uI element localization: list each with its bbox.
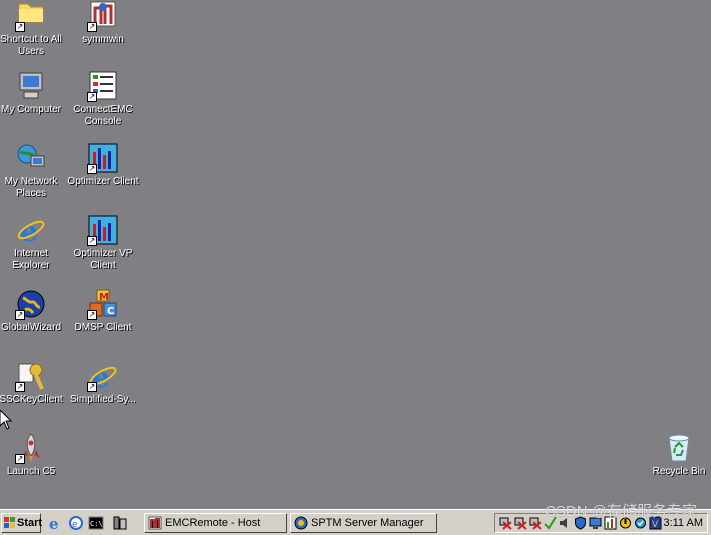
key-icon: ↗ [15, 360, 47, 392]
task-button-sptm-server-manager[interactable]: SPTM Server Manager [290, 513, 437, 533]
icon-label: DMSP Client [74, 322, 132, 333]
svg-text:e: e [72, 520, 78, 530]
emcremote-icon [148, 516, 162, 530]
icon-label: Optimizer VP Client [73, 248, 133, 271]
watermark: CSDN @存储服务专家 [545, 503, 697, 520]
windows-flag-icon [4, 517, 15, 528]
desktop-icon-ssckeyclient[interactable]: ↗ SSCKeyClient [0, 360, 67, 406]
desktop-icon-recycle-bin[interactable]: Recycle Bin [643, 432, 711, 478]
svg-text:C: C [107, 306, 114, 317]
task-button-emcremote-host[interactable]: EMCRemote - Host [144, 513, 287, 533]
icon-label: ConnectEMC Console [73, 104, 133, 127]
ie-icon: e [15, 214, 47, 248]
network-disconnected-icon[interactable] [499, 516, 512, 530]
desktop-icon-optimizer-client[interactable]: ↗ Optimizer Client [67, 142, 139, 188]
icon-label: Recycle Bin [652, 466, 706, 477]
outlook-express-quicklaunch-icon[interactable]: e [68, 515, 84, 531]
desktop-icon-simplified-sy[interactable]: e ↗ Simplified-Sy... [67, 360, 139, 406]
svg-text:e: e [49, 515, 59, 531]
network-icon [15, 142, 47, 174]
task-label: SPTM Server Manager [311, 517, 424, 529]
network-disconnected-icon[interactable] [514, 516, 527, 530]
icon-label: GlobalWizard [0, 322, 62, 333]
desktop-icon-internet-explorer[interactable]: e Internet Explorer [0, 214, 67, 272]
symmwin-icon: ↗ [87, 0, 119, 32]
svg-text:M: M [99, 292, 109, 303]
desktop-icon-dmsp-client[interactable]: MC ↗ DMSP Client [67, 288, 139, 334]
icon-label: SSCKeyClient [0, 394, 63, 405]
icon-label: My Computer [0, 104, 61, 115]
start-label: Start [17, 517, 43, 529]
recycle-bin-icon [663, 432, 695, 464]
mouse-cursor-icon [0, 410, 12, 430]
icon-label: Optimizer Client [67, 176, 139, 187]
start-button[interactable]: Start [1, 513, 43, 533]
desktop-icon-launch-c5[interactable]: ↗ Launch C5 [0, 432, 67, 478]
blocks-icon: MC ↗ [87, 289, 117, 320]
command-prompt-quicklaunch-icon[interactable]: C:\ [88, 515, 104, 531]
desktop-icon-my-network-places[interactable]: My Network Places [0, 142, 67, 200]
icon-label: Shortcut to All Users [0, 34, 62, 57]
bar-chart-icon: ↗ [87, 142, 119, 174]
desktop-icon-symmwin[interactable]: ↗ symmwin [67, 0, 139, 46]
console-icon: ↗ [87, 70, 119, 102]
svg-text:V: V [652, 520, 659, 530]
desktop: ↗ Shortcut to All Users My Computer My N… [0, 0, 711, 509]
desktop-icon-globalwizard[interactable]: ↗ GlobalWizard [0, 288, 67, 334]
rocket-icon: ↗ [15, 432, 47, 464]
ie-icon: e ↗ [87, 360, 119, 394]
computer-icon [15, 70, 47, 102]
icon-label: Internet Explorer [12, 248, 50, 271]
icon-label: Launch C5 [6, 466, 56, 477]
ie-quicklaunch-icon[interactable]: e [48, 515, 64, 531]
folder-icon: ↗ [15, 0, 47, 32]
globe-icon: ↗ [15, 288, 47, 320]
svg-text:C:\: C:\ [90, 520, 103, 528]
icon-label: Simplified-Sy... [70, 394, 136, 405]
show-desktop-quicklaunch-icon[interactable] [112, 515, 128, 531]
icon-label: My Network Places [4, 176, 58, 199]
icon-label: symmwin [82, 34, 124, 45]
task-label: EMCRemote - Host [165, 517, 261, 529]
desktop-icon-optimizer-vp-client[interactable]: ↗ Optimizer VP Client [67, 214, 139, 272]
desktop-icon-my-computer[interactable]: My Computer [0, 70, 67, 116]
desktop-icon-shortcut-all-users[interactable]: ↗ Shortcut to All Users [0, 0, 67, 58]
network-disconnected-icon[interactable] [529, 516, 542, 530]
sptm-icon [294, 516, 308, 530]
bar-chart-icon: ↗ [87, 214, 119, 246]
desktop-icon-connectemc-console[interactable]: ↗ ConnectEMC Console [67, 70, 139, 128]
